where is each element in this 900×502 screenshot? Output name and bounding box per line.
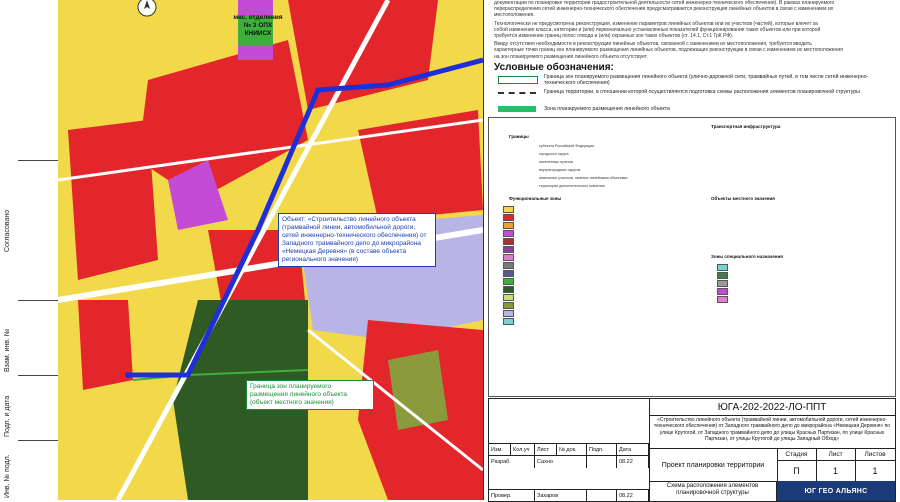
- route-start-marker: [125, 372, 131, 378]
- note-line-3: местоположения.: [494, 12, 535, 19]
- sheets-value: 1: [872, 465, 878, 476]
- legend-swatch-2: [503, 214, 514, 221]
- legend-swatch-19: [717, 288, 728, 295]
- legend-swatch-17: [717, 272, 728, 279]
- detailed-legend: Границы субъекта Российской Федерации го…: [488, 117, 896, 397]
- company-logo: ЮГ ГЕО АЛЬЯНС: [777, 481, 895, 501]
- legend-item-territory: Граница территории, в отношении которой …: [544, 89, 860, 95]
- left-stamp-strip: Согласовано Взам. инв. № Подп. и дата Ин…: [0, 0, 59, 500]
- map-sheet: Согласовано Взам. инв. № Подп. и дата Ин…: [0, 0, 900, 502]
- north-arrow: [130, 0, 164, 20]
- stamp-signature-table: Изм. Кол.уч Лист № док. Подп. Дата Разра…: [489, 399, 650, 502]
- object-label-blue: Объект: «Строительство линейного объекта…: [278, 213, 436, 267]
- legend-swatch-20: [717, 296, 728, 303]
- strip-label-replace: Взам. инв. №: [4, 328, 11, 372]
- object-label-green: Граница зон планируемого размещения лине…: [246, 380, 374, 410]
- legend-swatch-territory: [498, 92, 536, 94]
- legend-border-item-5: земельных участков, занятых линейными об…: [539, 176, 628, 180]
- legend-border-item-1: субъекта Российской Федерации: [539, 144, 595, 148]
- document-title: Проект планировки территории: [649, 449, 778, 482]
- legend-swatch-5: [503, 238, 514, 245]
- legend-borders-head: Границы: [509, 134, 529, 139]
- legend-border-item-2: городского округа: [539, 152, 569, 156]
- legend-local-head: Объекты местного значения: [711, 196, 775, 201]
- note-line-8: характерные точки границ зон планируемог…: [494, 47, 843, 54]
- stamp-checker-date: 08.22: [617, 490, 649, 502]
- strip-cell-inv: [18, 440, 58, 501]
- note-line-9: на зон планируемого размещения линейного…: [494, 53, 648, 60]
- sheet-title: Схема расположения элементов планировочн…: [649, 481, 777, 501]
- stamp-developer-date: 08.22: [617, 456, 649, 468]
- legend-swatch-3: [503, 222, 514, 229]
- legend-swatch-9: [503, 270, 514, 277]
- compass-icon: [137, 0, 157, 17]
- legend-zones-head: Функциональные зоны: [509, 196, 562, 201]
- legend-swatch-18: [717, 280, 728, 287]
- district-label: мкс. отделения № 3 ОПХ КНИИСХ: [228, 14, 288, 38]
- district-label-text: мкс. отделения № 3 ОПХ КНИИСХ: [233, 14, 283, 37]
- right-panel: документации по планировке территории гр…: [483, 0, 900, 502]
- legend-swatch-12: [503, 294, 514, 301]
- legend-swatch-4: [503, 230, 514, 237]
- legend-border-item-4: внутригородских округов: [539, 168, 581, 172]
- stamp-checker-sign: [587, 490, 617, 502]
- stamp-developer-sign: [587, 456, 617, 468]
- sheet-cell: Лист 1: [816, 449, 856, 481]
- red-zone-2: [68, 120, 158, 280]
- project-description: «Строительство линейного объекта (трамва…: [649, 415, 895, 449]
- stage-value: П: [793, 465, 800, 476]
- legend-swatch-zone: [498, 106, 536, 112]
- legend-border-item-6: территории дополнительного освоения: [539, 184, 605, 188]
- legend-swatch-15: [503, 318, 514, 325]
- legend-transport-head: Транспортная инфраструктура: [711, 124, 781, 129]
- company-name: ЮГ ГЕО АЛЬЯНС: [804, 487, 868, 495]
- legend-swatch-13: [503, 302, 514, 309]
- zoning-map[interactable]: мкс. отделения № 3 ОПХ КНИИСХ Объект: «С…: [58, 0, 483, 500]
- legend-special-head: Зоны специального назначения: [711, 254, 783, 259]
- document-code: ЮГА-202-2022-ЛО-ППТ: [649, 399, 895, 416]
- strip-label-inv: Инв. № подл.: [4, 454, 11, 498]
- stamp-dev-row: Разраб. Сахно 08.22: [489, 455, 649, 468]
- title-block: Изм. Кол.уч Лист № док. Подп. Дата Разра…: [488, 398, 896, 502]
- stamp-check-label: Провер.: [489, 490, 535, 502]
- legend-swatch-10: [503, 278, 514, 285]
- legend-swatch-11: [503, 286, 514, 293]
- strip-cell-agreed: [18, 160, 58, 256]
- stamp-check-row: Провер. Захаров 08.22: [489, 489, 649, 502]
- strip-cell-replace: [18, 300, 58, 376]
- legend-title: Условные обозначения:: [494, 62, 614, 73]
- strip-label-sign: Подп. и дата: [4, 395, 11, 437]
- legend-item-boundary: Граница зон планируемого размещения лине…: [544, 74, 869, 87]
- legend-swatch-8: [503, 262, 514, 269]
- legend-border-item-3: населенных пунктов: [539, 160, 573, 164]
- sheets-cell: Листов 1: [855, 449, 895, 481]
- stamp-checker-name: Захаров: [535, 490, 587, 502]
- red-zone-7: [78, 300, 133, 390]
- stamp-developer-name: Сахно: [535, 456, 587, 468]
- legend-swatch-7: [503, 254, 514, 261]
- sheet-value: 1: [832, 465, 838, 476]
- explanatory-notes: документации по планировке территории гр…: [494, 0, 894, 60]
- strip-label-agreed: Согласовано: [4, 209, 11, 252]
- legend-swatch-boundary: [498, 76, 538, 84]
- stage-sheet-grid: Стадия П Лист 1 Листов 1: [777, 449, 895, 482]
- strip-cell-sign: [18, 375, 58, 441]
- legend-swatch-16: [717, 264, 728, 271]
- note-line-6: требуется изменение границ полос отвода …: [494, 33, 734, 40]
- stage-cell: Стадия П: [777, 449, 817, 481]
- legend-swatch-14: [503, 310, 514, 317]
- legend-swatch-1: [503, 206, 514, 213]
- legend-item-zone: Зона планируемого размещения линейного о…: [544, 106, 670, 112]
- legend-swatch-6: [503, 246, 514, 253]
- stamp-develop-label: Разраб.: [489, 456, 535, 468]
